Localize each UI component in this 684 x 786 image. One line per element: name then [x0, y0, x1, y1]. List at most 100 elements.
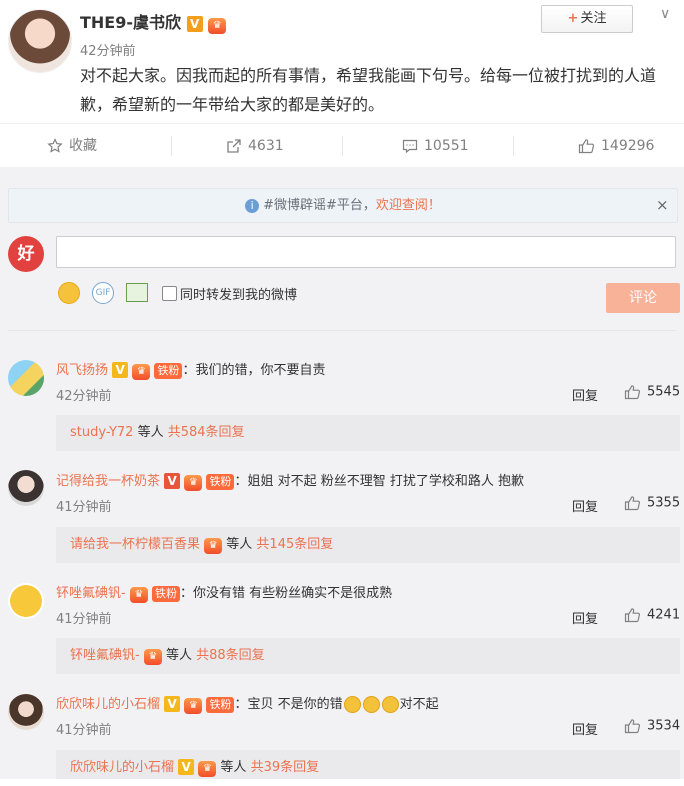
sub-replies[interactable]: 请给我一杯柠檬百香果 ♛ 等人 共145条回复 [56, 527, 680, 563]
thumbs-up-icon [624, 719, 641, 734]
repost-checkbox[interactable] [162, 286, 177, 301]
sub-reply-count[interactable]: 共39条回复 [251, 760, 320, 775]
comment-input[interactable] [56, 236, 676, 268]
sub-replies[interactable]: 钚唑氟碘钒- ♛ 等人 共88条回复 [56, 638, 680, 674]
commenter-name[interactable]: 钚唑氟碘钒- [56, 586, 126, 601]
comment-line: 欣欣味儿的小石榴 V ♛ 铁粉 ：宝贝 不是你的错 对不起 [56, 693, 439, 714]
verified-icon: V [164, 473, 181, 489]
comment-like-button[interactable]: 3534 [624, 718, 680, 734]
vip-crown-icon: ♛ [184, 698, 203, 714]
fan-badge: 铁粉 [151, 586, 180, 602]
divider [342, 136, 343, 156]
verified-icon: V [178, 759, 195, 775]
divider [513, 136, 514, 156]
comment-line: 记得给我一杯奶茶 V ♛ 铁粉 ：姐姐 对不起 粉丝不理智 打扰了学校和路人 抱歉 [56, 470, 524, 491]
notice-text[interactable]: #微博辟谣#平台， [263, 198, 376, 213]
post-author[interactable]: THE9-虞书欣 V ♛ [80, 9, 227, 34]
sub-reply-count[interactable]: 共145条回复 [256, 537, 333, 552]
post-author-name[interactable]: THE9-虞书欣 [80, 13, 181, 32]
sub-reply-user[interactable]: 请给我一杯柠檬百香果 [70, 537, 200, 552]
favorite-label: 收藏 [69, 138, 97, 154]
image-icon[interactable] [126, 283, 148, 302]
like-count: 149296 [601, 138, 655, 154]
notice-link[interactable]: 欢迎查阅！ [376, 198, 441, 213]
comment-line: 钚唑氟碘钒- ♛ 铁粉 ：你没有错 有些粉丝确实不是很成熟 [56, 582, 392, 603]
comment-button[interactable]: 10551 [402, 124, 469, 168]
my-avatar[interactable]: 好 [8, 236, 44, 272]
comment-text: ：我们的错，你不要自责 [182, 363, 326, 378]
vip-crown-icon: ♛ [208, 18, 227, 34]
post-action-bar: 收藏 4631 10551 149296 [0, 123, 684, 169]
commenter-avatar[interactable] [8, 360, 44, 396]
verified-icon: V [164, 696, 181, 712]
comment-text: ：姐姐 对不起 粉丝不理智 打扰了学校和路人 抱歉 [234, 474, 524, 489]
comment-like-count: 4241 [647, 607, 681, 623]
sub-reply-count[interactable]: 共584条回复 [168, 425, 245, 440]
thumbs-up-icon [624, 385, 641, 400]
submit-comment-button[interactable]: 评论 [606, 283, 680, 313]
thumbs-up-icon [624, 608, 641, 623]
comment-like-button[interactable]: 5545 [624, 384, 680, 400]
sub-reply-user[interactable]: 钚唑氟碘钒- [70, 648, 140, 663]
star-icon [47, 138, 63, 153]
vip-crown-icon: ♛ [132, 364, 151, 380]
sub-reply-count[interactable]: 共88条回复 [196, 648, 265, 663]
reply-button[interactable]: 回复 [572, 496, 598, 515]
comment-time: 41分钟前 [56, 723, 112, 738]
comment-text-tail: 对不起 [399, 697, 439, 712]
author-avatar[interactable] [8, 9, 72, 73]
commenter-avatar[interactable] [8, 470, 44, 506]
info-icon: i [245, 198, 260, 213]
commenter-avatar[interactable] [8, 694, 44, 730]
sub-reply-user[interactable]: 欣欣味儿的小石榴 [70, 760, 174, 775]
commenter-name[interactable]: 风飞扬扬 [56, 363, 108, 378]
comment-like-button[interactable]: 5355 [624, 495, 680, 511]
verified-icon: V [186, 16, 203, 32]
thumbs-up-icon [624, 496, 641, 511]
vip-crown-icon: ♛ [198, 761, 217, 777]
rumor-notice: i #微博辟谣#平台，欢迎查阅！ [8, 188, 678, 223]
sub-reply-text: 等人 [133, 425, 168, 440]
reply-button[interactable]: 回复 [572, 385, 598, 404]
repost-icon [227, 139, 241, 153]
comment-time: 41分钟前 [56, 612, 112, 627]
sub-reply-user[interactable]: study-Y72 [70, 425, 133, 440]
thumbs-up-icon [578, 139, 595, 154]
close-icon[interactable]: × [656, 196, 669, 214]
sub-replies[interactable]: 欣欣味儿的小石榴 V ♛ 等人 共39条回复 [56, 750, 680, 779]
follow-button[interactable]: + 关注 [541, 5, 633, 33]
favorite-button[interactable]: 收藏 [47, 124, 97, 168]
comment-like-count: 5355 [647, 495, 681, 511]
comment-like-button[interactable]: 4241 [624, 607, 680, 623]
divider [171, 136, 172, 156]
commenter-name[interactable]: 欣欣味儿的小石榴 [56, 697, 160, 712]
vip-crown-icon: ♛ [129, 587, 148, 603]
crying-emoji-icon [381, 696, 399, 713]
sub-reply-text: 等人 [222, 537, 257, 552]
repost-checkbox-label[interactable]: 同时转发到我的微博 [180, 284, 297, 303]
crying-emoji-icon [362, 696, 380, 713]
comment-text: ：你没有错 有些粉丝确实不是很成熟 [179, 586, 393, 601]
comment-time: 42分钟前 [56, 389, 112, 404]
divider [8, 330, 676, 331]
like-button[interactable]: 149296 [578, 124, 654, 168]
chevron-down-icon[interactable]: ∨ [660, 6, 670, 22]
commenter-avatar[interactable] [8, 583, 44, 619]
sub-reply-text: 等人 [161, 648, 197, 663]
sub-replies[interactable]: study-Y72 等人 共584条回复 [56, 415, 680, 451]
gif-icon[interactable]: GIF [92, 282, 114, 304]
comment-like-count: 3534 [647, 718, 681, 734]
repost-button[interactable]: 4631 [226, 124, 284, 168]
comment-line: 风飞扬扬 V ♛ 铁粉 ：我们的错，你不要自责 [56, 359, 325, 380]
verified-icon: V [112, 362, 129, 378]
reply-button[interactable]: 回复 [572, 719, 598, 738]
post-time[interactable]: 42分钟前 [80, 40, 136, 59]
reply-button[interactable]: 回复 [572, 608, 598, 627]
vip-crown-icon: ♛ [143, 649, 162, 665]
crying-emoji-icon [343, 696, 361, 713]
emoji-icon[interactable] [58, 282, 80, 304]
commenter-name[interactable]: 记得给我一杯奶茶 [56, 474, 160, 489]
comment-icon [402, 139, 418, 154]
sub-reply-text: 等人 [216, 760, 251, 775]
repost-count: 4631 [248, 138, 284, 154]
